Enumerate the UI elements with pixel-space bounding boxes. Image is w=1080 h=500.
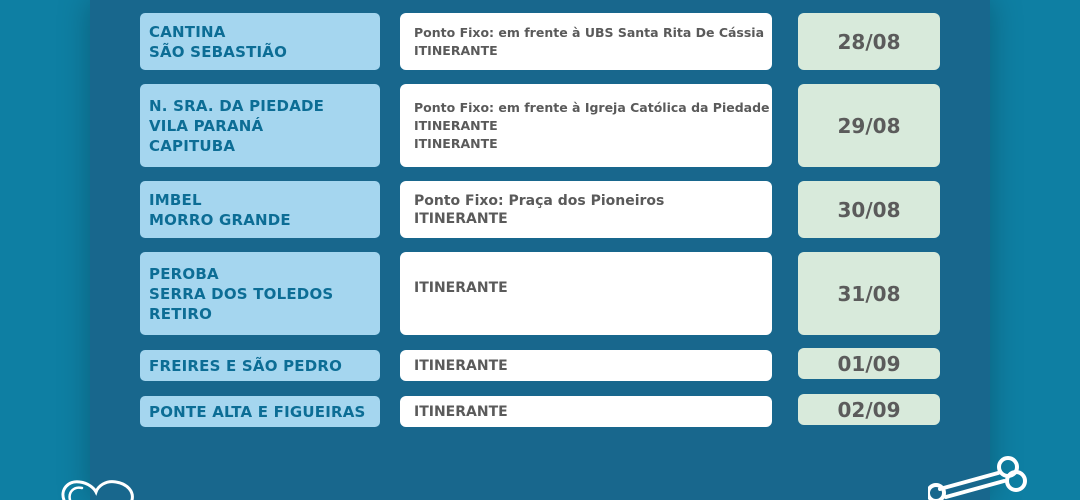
location-name: SERRA DOS TOLEDOS [149,284,334,303]
detail-text: ITINERANTE [414,403,508,420]
location-name: PEROBA [149,264,219,283]
detail-cell: ITINERANTE [400,350,772,381]
location-name: N. SRA. DA PIEDADE [149,96,325,115]
location-cell: PONTE ALTA E FIGUEIRAS [140,396,380,427]
location-name: PONTE ALTA E FIGUEIRAS [149,402,366,421]
date-cell: 31/08 [798,252,940,335]
date-cell: 29/08 [798,84,940,167]
location-name: RETIRO [149,304,213,323]
detail-text: ITINERANTE [414,357,508,374]
detail-cell: ITINERANTE [400,252,772,335]
location-cell: FREIRES E SÃO PEDRO [140,350,380,381]
location-name: CAPITUBA [149,136,236,155]
location-name: MORRO GRANDE [149,210,291,229]
location-cell: PEROBA SERRA DOS TOLEDOS RETIRO [140,252,380,335]
detail-text: Ponto Fixo: Praça dos Pioneiros [414,192,665,209]
location-name: FREIRES E SÃO PEDRO [149,356,343,375]
location-name: VILA PARANÁ [149,116,264,135]
detail-text: ITINERANTE [414,42,498,58]
detail-text: Ponto Fixo: em frente à UBS Santa Rita D… [414,24,765,40]
location-name: CANTINA [149,22,226,41]
location-name: SÃO SEBASTIÃO [149,42,288,61]
bone-outline-icon [928,456,1027,500]
location-cell: N. SRA. DA PIEDADE VILA PARANÁ CAPITUBA [140,84,380,167]
location-name: IMBEL [149,190,202,209]
heart-outline-icon [61,480,134,500]
detail-text: Ponto Fixo: em frente à Igreja Católica … [414,99,770,115]
detail-text: ITINERANTE [414,135,498,151]
detail-cell: ITINERANTE [400,396,772,427]
detail-cell: Ponto Fixo: em frente à UBS Santa Rita D… [400,13,772,70]
detail-cell: Ponto Fixo: em frente à Igreja Católica … [400,84,772,167]
location-cell: IMBEL MORRO GRANDE [140,181,380,238]
date-cell: 02/09 [798,394,940,425]
date-cell: 28/08 [798,13,940,70]
location-cell: CANTINA SÃO SEBASTIÃO [140,13,380,70]
detail-text: ITINERANTE [414,210,508,227]
date-cell: 01/09 [798,348,940,379]
date-cell: 30/08 [798,181,940,238]
detail-cell: Ponto Fixo: Praça dos Pioneiros ITINERAN… [400,181,772,238]
detail-text: ITINERANTE [414,280,508,296]
detail-text: ITINERANTE [414,117,498,133]
